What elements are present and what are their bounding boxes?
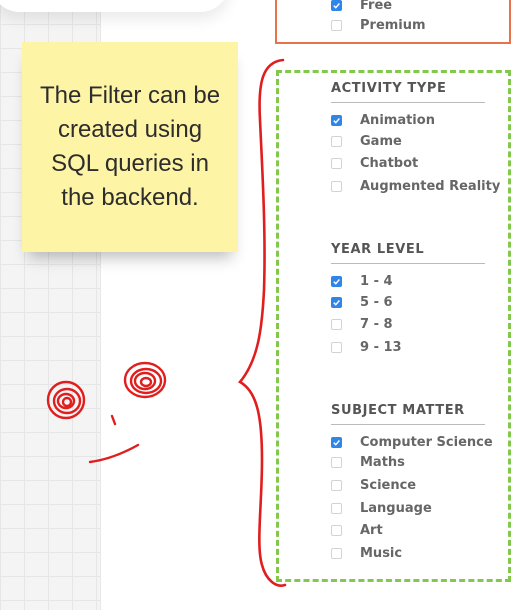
curly-brace-drawing (238, 58, 287, 587)
mouth-line-drawing (88, 443, 140, 464)
tick-mark-drawing (110, 414, 117, 426)
annotation-layer (46, 58, 287, 587)
scribble-circle-right (123, 361, 167, 399)
scribble-circle-left (46, 380, 86, 420)
